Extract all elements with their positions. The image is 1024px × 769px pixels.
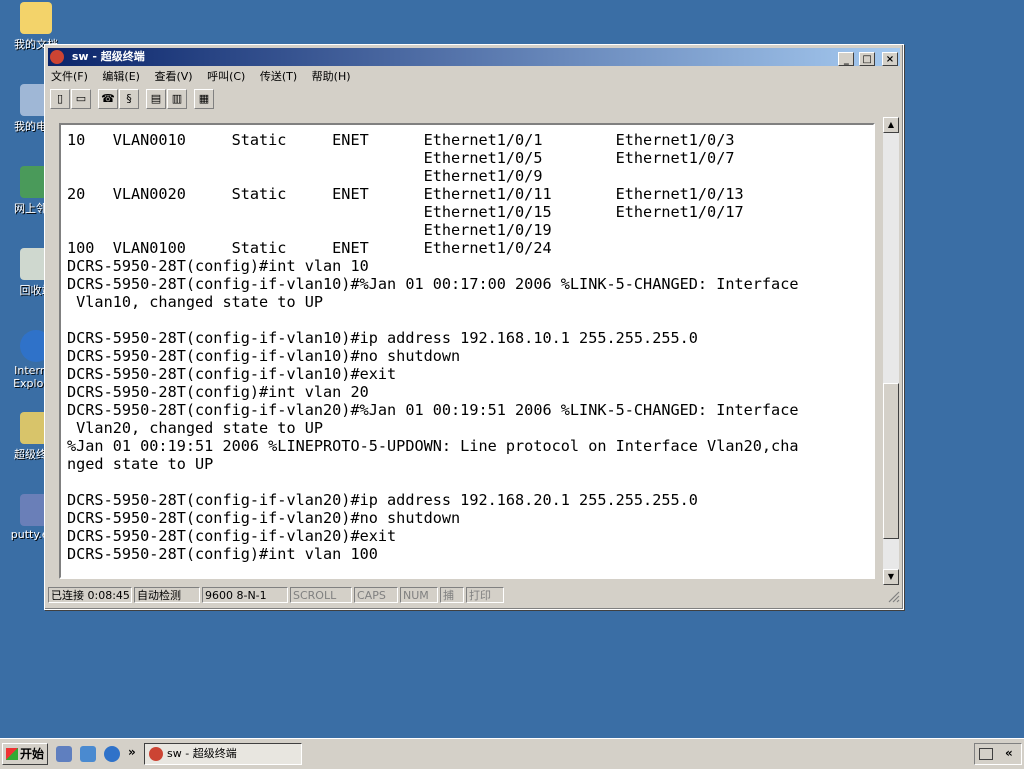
terminal-line: DCRS-5950-28T(config)#int vlan 10 — [67, 257, 369, 275]
terminal-line: 20 VLAN0020 Static ENET Ethernet1/0/11 E… — [67, 185, 744, 203]
terminal-line: DCRS-5950-28T(config)#int vlan 20 — [67, 383, 369, 401]
status-detect: 自动检测 — [134, 587, 200, 603]
terminal-line: Ethernet1/0/19 — [67, 221, 552, 239]
new-icon[interactable]: ▯ — [50, 89, 70, 109]
terminal-line: 10 VLAN0010 Static ENET Ethernet1/0/1 Et… — [67, 131, 735, 149]
maximize-button[interactable]: □ — [859, 52, 876, 66]
title-bar[interactable]: sw - 超级终端 _ □ × — [48, 48, 900, 66]
terminal-line: Vlan20, changed state to UP — [67, 419, 324, 437]
terminal-line: DCRS-5950-28T(config-if-vlan20)#%Jan 01 … — [67, 401, 799, 419]
status-capture: 捕 — [440, 587, 464, 603]
status-connected: 已连接 0:08:45 — [48, 587, 132, 603]
terminal-line: DCRS-5950-28T(config-if-vlan20)#ip addre… — [67, 491, 698, 509]
status-num: NUM — [400, 587, 438, 603]
taskbar: 开始 » sw - 超级终端 « — [0, 738, 1024, 769]
dial-icon[interactable]: § — [119, 89, 139, 109]
taskbar-item-hyperterminal[interactable]: sw - 超级终端 — [144, 743, 302, 765]
scroll-down-icon[interactable]: ▼ — [883, 569, 899, 585]
close-button[interactable]: × — [882, 52, 898, 66]
start-label: 开始 — [20, 747, 45, 761]
status-port: 9600 8-N-1 — [202, 587, 288, 603]
terminal-line: DCRS-5950-28T(config)#int vlan 100 — [67, 545, 378, 563]
status-bar: 已连接 0:08:45 自动检测 9600 8-N-1 SCROLL CAPS … — [48, 587, 900, 605]
windows-logo-icon — [6, 748, 18, 760]
status-print: 打印 — [466, 587, 504, 603]
properties-icon[interactable]: ▦ — [194, 89, 214, 109]
hyperterminal-window: sw - 超级终端 _ □ × 文件(F) 编辑(E) 查看(V) 呼叫(C) … — [44, 44, 904, 610]
hyperterminal-icon — [50, 50, 64, 64]
status-scroll: SCROLL — [290, 587, 352, 603]
taskbar-item-label: sw - 超级终端 — [167, 747, 237, 760]
menu-file[interactable]: 文件(F) — [51, 70, 88, 83]
open-icon[interactable]: ▭ — [71, 89, 91, 109]
toolbar: ▯ ▭ ☎ § ▤ ▥ ▦ — [50, 89, 215, 111]
menu-call[interactable]: 呼叫(C) — [207, 70, 245, 83]
terminal-line: DCRS-5950-28T(config-if-vlan20)#exit — [67, 527, 397, 545]
menu-view[interactable]: 查看(V) — [154, 70, 192, 83]
terminal-line: DCRS-5950-28T(config-if-vlan10)#exit — [67, 365, 397, 383]
hyperterminal-icon — [149, 747, 163, 761]
terminal-line: DCRS-5950-28T(config-if-vlan10)#%Jan 01 … — [67, 275, 799, 293]
internet-explorer-icon[interactable] — [104, 746, 120, 762]
terminal-line: Ethernet1/0/9 — [67, 167, 543, 185]
window-title: sw - 超级终端 — [71, 50, 145, 63]
system-tray: « — [974, 743, 1022, 765]
quick-launch-icon[interactable] — [80, 746, 96, 762]
menu-edit[interactable]: 编辑(E) — [102, 70, 140, 83]
status-caps: CAPS — [354, 587, 398, 603]
menu-transfer[interactable]: 传送(T) — [260, 70, 297, 83]
terminal-line: %Jan 01 00:19:51 2006 %LINEPROTO-5-UPDOW… — [67, 437, 799, 455]
terminal-line: Ethernet1/0/5 Ethernet1/0/7 — [67, 149, 735, 167]
show-desktop-icon[interactable] — [56, 746, 72, 762]
terminal-line: DCRS-5950-28T(config-if-vlan10)#no shutd… — [67, 347, 461, 365]
receive-icon[interactable]: ▥ — [167, 89, 187, 109]
start-button[interactable]: 开始 — [2, 743, 48, 765]
minimize-button[interactable]: _ — [838, 52, 855, 66]
terminal-line: 100 VLAN0100 Static ENET Ethernet1/0/24 — [67, 239, 552, 257]
quick-launch-more-icon[interactable]: » — [128, 745, 136, 759]
resize-grip-icon[interactable] — [886, 589, 900, 603]
terminal-line: Ethernet1/0/15 Ethernet1/0/17 — [67, 203, 744, 221]
menu-help[interactable]: 帮助(H) — [312, 70, 351, 83]
send-icon[interactable]: ▤ — [146, 89, 166, 109]
terminal-line: DCRS-5950-28T(config-if-vlan10)#ip addre… — [67, 329, 698, 347]
vertical-scrollbar[interactable]: ▲ ▼ — [883, 117, 899, 585]
keyboard-icon[interactable] — [979, 748, 993, 760]
menu-bar: 文件(F) 编辑(E) 查看(V) 呼叫(C) 传送(T) 帮助(H) — [51, 68, 362, 86]
terminal-output[interactable]: 10 VLAN0010 Static ENET Ethernet1/0/1 Et… — [67, 131, 869, 573]
terminal-line: Vlan10, changed state to UP — [67, 293, 324, 311]
disconnect-icon[interactable]: ☎ — [98, 89, 118, 109]
scroll-up-icon[interactable]: ▲ — [883, 117, 899, 133]
terminal-panel[interactable]: 10 VLAN0010 Static ENET Ethernet1/0/1 Et… — [59, 123, 875, 579]
tray-expand-icon[interactable]: « — [1005, 746, 1013, 760]
scrollbar-thumb[interactable] — [883, 383, 899, 539]
folder-icon — [20, 2, 52, 34]
terminal-line: DCRS-5950-28T(config-if-vlan20)#no shutd… — [67, 509, 461, 527]
terminal-line: nged state to UP — [67, 455, 214, 473]
